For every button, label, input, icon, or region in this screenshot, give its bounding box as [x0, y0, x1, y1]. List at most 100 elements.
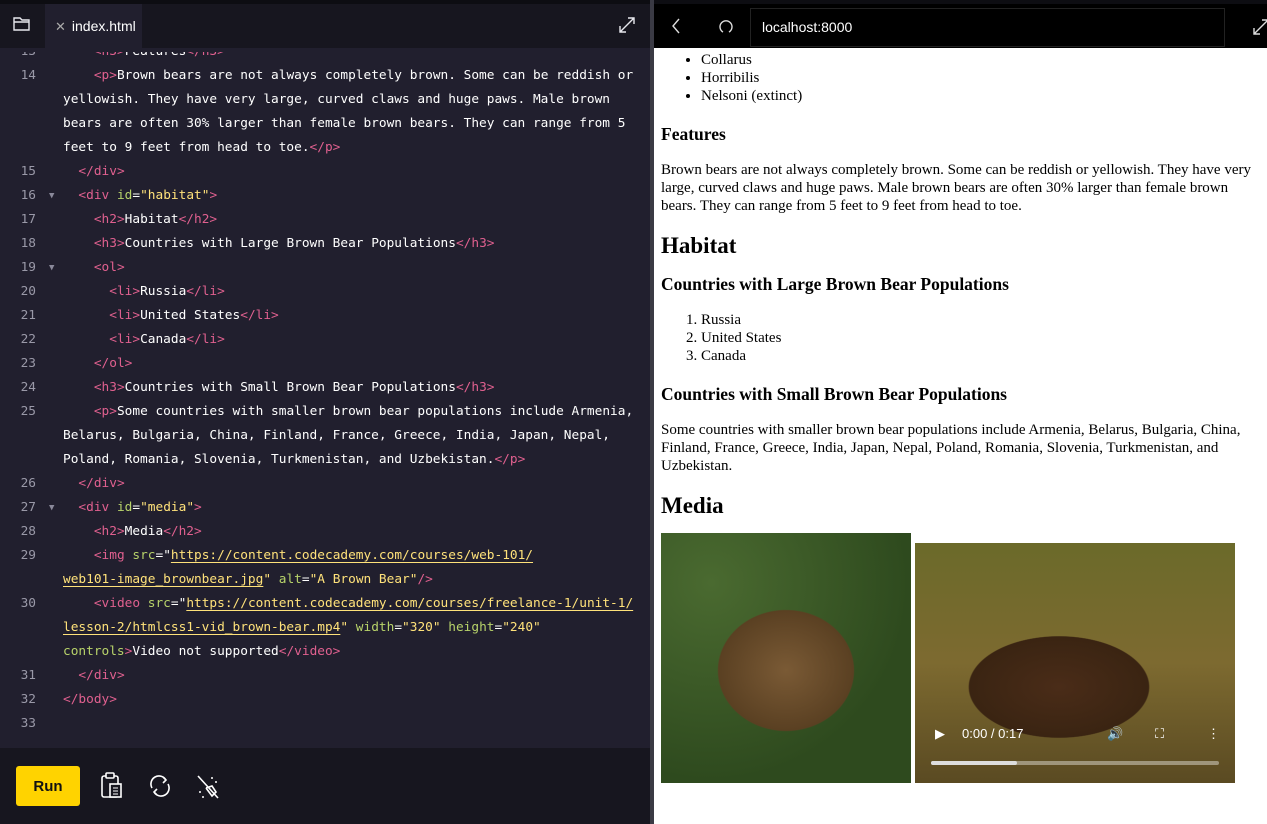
line-number: 30 [20, 596, 36, 611]
code-text: feet to 9 feet from head to toe.</p> [63, 136, 340, 160]
play-icon[interactable]: ▶ [935, 725, 945, 743]
line-number: 26 [20, 476, 36, 491]
code-line: 17 <h2>Habitat</h2> [0, 208, 650, 232]
line-number: 20 [20, 284, 36, 299]
code-line: 30 <video src="https://content.codecadem… [0, 592, 650, 616]
clipboard-icon[interactable] [100, 772, 124, 805]
line-number: 13 [0, 52, 36, 64]
code-line: 31 </div> [0, 664, 650, 688]
list-item: Nelsoni (extinct) [701, 87, 1261, 105]
volume-icon[interactable]: 🔊 [1107, 725, 1123, 743]
code-text: </div> [63, 472, 125, 496]
reload-icon[interactable] [718, 19, 734, 40]
code-token: <h2> [93, 524, 125, 539]
code-token: <li> [109, 308, 141, 323]
code-token: Countries with Small Brown Bear Populati… [124, 380, 456, 395]
line-number: 29 [20, 548, 36, 563]
code-text: </ol> [63, 352, 133, 376]
code-token: Canada [140, 332, 187, 347]
code-token: </h2> [178, 212, 218, 227]
code-editor-panel: ✕index.html 13 <h3>Features</h3>14 <p>Br… [0, 4, 650, 824]
fold-arrow-icon[interactable]: ▼ [49, 256, 54, 280]
clean-icon[interactable] [196, 774, 220, 805]
list-item: Collarus [701, 51, 1261, 69]
code-line: 20 <li>Russia</li> [0, 280, 650, 304]
code-text: </div> [63, 664, 124, 688]
browser-preview: localhost:8000 Collarus Horribilis Nelso… [654, 4, 1267, 824]
code-token: Brown bears are not always completely br… [116, 68, 634, 83]
code-text: <h3>Countries with Large Brown Bear Popu… [63, 232, 495, 256]
code-text: <video src="https://content.codecademy.c… [63, 592, 633, 616]
fold-arrow-icon[interactable]: ▼ [49, 184, 54, 208]
code-line: 23 </ol> [0, 352, 650, 376]
code-area[interactable]: 13 <h3>Features</h3>14 <p>Brown bears ar… [0, 52, 650, 748]
code-text: Poland, Romania, Slovenia, Turkmenistan,… [63, 448, 525, 472]
code-token: feet to 9 feet from head to toe. [63, 140, 310, 155]
code-token: "320" [402, 620, 449, 635]
run-button[interactable]: Run [16, 766, 80, 806]
code-token: </h3> [186, 52, 225, 59]
habitat-heading: Habitat [661, 233, 737, 258]
code-token: <h3> [94, 52, 125, 59]
fold-arrow-icon[interactable]: ▼ [49, 496, 54, 520]
video-progress-bar[interactable] [931, 761, 1219, 765]
code-line: 19 ▼ <ol> [0, 256, 650, 280]
code-token: src [147, 596, 171, 611]
code-token: https://content.codecademy.com/courses/w… [170, 548, 534, 563]
code-token: "A Brown Bear" [309, 572, 418, 587]
code-token: yellowish. They have very large, curved … [63, 92, 611, 107]
code-token: </p> [494, 452, 526, 467]
expand-icon[interactable] [1252, 18, 1267, 41]
code-token: web101-image_brownbear.jpg [63, 572, 264, 587]
code-line: feet to 9 feet from head to toe.</p> [0, 136, 650, 160]
code-text: </body> [63, 688, 117, 712]
code-token: </div> [78, 476, 125, 491]
large-populations-list: Russia United States Canada [661, 311, 1261, 365]
code-token: > [209, 188, 218, 203]
code-line: bears are often 30% larger than female b… [0, 112, 650, 136]
code-text: <ol> [63, 256, 125, 280]
code-text: controls>Video not supported</video> [63, 640, 340, 664]
code-line: 21 <li>United States</li> [0, 304, 650, 328]
code-token: Russia [140, 284, 187, 299]
code-token: Media [124, 524, 164, 539]
code-token: " [340, 620, 356, 635]
bear-video[interactable]: ▶ 0:00 / 0:17 🔊 ⛶ ⋮ [915, 543, 1235, 783]
tab-index-html[interactable]: ✕ index.html [45, 4, 142, 48]
code-text: <h3>Countries with Small Brown Bear Popu… [63, 376, 495, 400]
media-row: ▶ 0:00 / 0:17 🔊 ⛶ ⋮ [661, 533, 1261, 783]
code-text: web101-image_brownbear.jpg" alt="A Brown… [63, 568, 433, 592]
fullscreen-icon[interactable]: ⛶ [1155, 725, 1164, 743]
refresh-icon[interactable] [148, 774, 172, 803]
code-token: width [355, 620, 395, 635]
url-bar[interactable]: localhost:8000 [750, 8, 1225, 47]
video-time: 0:00 / 0:17 [962, 726, 1024, 741]
folder-icon[interactable] [13, 16, 31, 37]
code-token: =" [155, 548, 171, 563]
code-line: yellowish. They have very large, curved … [0, 88, 650, 112]
code-token: Video not supported [132, 644, 279, 659]
list-item: Canada [701, 347, 1261, 365]
code-text: bears are often 30% larger than female b… [63, 112, 625, 136]
code-line: 15 </div> [0, 160, 650, 184]
code-line: 25 <p>Some countries with smaller brown … [0, 400, 650, 424]
features-text: Brown bears are not always completely br… [661, 162, 1251, 214]
close-icon[interactable]: ✕ [55, 19, 66, 34]
more-options-icon[interactable]: ⋮ [1207, 725, 1220, 743]
code-line: 18 <h3>Countries with Large Brown Bear P… [0, 232, 650, 256]
expand-icon[interactable] [618, 16, 636, 39]
code-text: <p>Some countries with smaller brown bea… [63, 400, 633, 424]
video-progress-fill [931, 761, 1018, 765]
code-text: lesson-2/htmlcss1-vid_brown-bear.mp4" wi… [63, 616, 541, 640]
list-item: Russia [701, 311, 1261, 329]
code-text: <h3>Features</h3> [63, 52, 225, 64]
code-token: </p> [309, 140, 341, 155]
code-line: 14 <p>Brown bears are not always complet… [0, 64, 650, 88]
code-token: <video [93, 596, 148, 611]
code-token: Countries with Large Brown Bear Populati… [124, 236, 456, 251]
small-populations-text: Some countries with smaller brown bear p… [661, 422, 1241, 474]
line-number: 25 [20, 404, 36, 419]
code-token: bears are often 30% larger than female b… [63, 116, 626, 131]
line-number: 15 [20, 164, 36, 179]
back-icon[interactable] [671, 18, 681, 39]
